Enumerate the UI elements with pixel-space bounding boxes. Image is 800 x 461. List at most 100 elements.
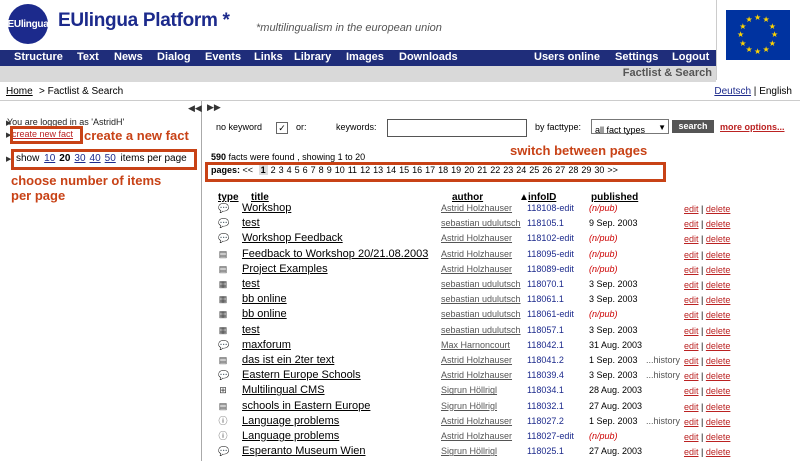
nav-library[interactable]: Library — [294, 51, 331, 63]
row-author-link[interactable]: Astrid Holzhauser — [441, 249, 512, 259]
page-link[interactable]: 11 — [348, 165, 357, 175]
row-title-link[interactable]: Workshop — [242, 202, 291, 214]
row-title-link[interactable]: Eastern Europe Schools — [242, 369, 361, 381]
row-title-link[interactable]: Workshop Feedback — [242, 232, 343, 244]
edit-link[interactable]: edit — [684, 326, 699, 336]
row-title-link[interactable]: Language problems — [242, 430, 339, 442]
delete-link[interactable]: delete — [706, 280, 731, 290]
delete-link[interactable]: delete — [706, 295, 731, 305]
edit-link[interactable]: edit — [684, 417, 699, 427]
collapse-left-icon[interactable]: ◀◀ — [188, 103, 202, 114]
delete-link[interactable]: delete — [706, 402, 731, 412]
delete-link[interactable]: delete — [706, 447, 731, 457]
lang-deutsch-link[interactable]: Deutsch — [714, 86, 751, 97]
row-title-link[interactable]: Esperanto Museum Wien — [242, 445, 366, 457]
nav-links[interactable]: Links — [254, 51, 283, 63]
count-50-link[interactable]: 50 — [105, 153, 116, 164]
page-link[interactable]: 27 — [555, 165, 565, 175]
row-title-link[interactable]: Language problems — [242, 415, 339, 427]
row-author-link[interactable]: Astrid Holzhauser — [441, 264, 512, 274]
page-link[interactable]: 28 — [568, 165, 578, 175]
page-link[interactable]: 22 — [490, 165, 500, 175]
facttype-select[interactable]: all fact types ▼ — [591, 119, 669, 135]
delete-link[interactable]: delete — [706, 250, 731, 260]
keywords-input[interactable] — [387, 119, 527, 137]
row-author-link[interactable]: sebastian udulutsch — [441, 279, 521, 289]
edit-link[interactable]: edit — [684, 356, 699, 366]
no-keyword-checkbox[interactable]: ✓ — [276, 122, 288, 134]
nav-text[interactable]: Text — [77, 51, 99, 63]
nav-logout[interactable]: Logout — [672, 51, 709, 63]
page-link[interactable]: 21 — [477, 165, 487, 175]
row-author-link[interactable]: Astrid Holzhauser — [441, 203, 512, 213]
page-link[interactable]: 17 — [425, 165, 435, 175]
edit-link[interactable]: edit — [684, 386, 699, 396]
row-history-link[interactable]: ...history — [646, 370, 680, 380]
next-page-link[interactable]: >> — [607, 165, 618, 175]
page-link[interactable]: 19 — [451, 165, 461, 175]
count-30-link[interactable]: 30 — [74, 153, 85, 164]
delete-link[interactable]: delete — [706, 326, 731, 336]
count-40-link[interactable]: 40 — [90, 153, 101, 164]
page-link[interactable]: 4 — [287, 165, 292, 175]
edit-link[interactable]: edit — [684, 310, 699, 320]
page-link[interactable]: 24 — [516, 165, 526, 175]
nav-downloads[interactable]: Downloads — [399, 51, 458, 63]
page-link[interactable]: 25 — [529, 165, 539, 175]
delete-link[interactable]: delete — [706, 265, 731, 275]
delete-link[interactable]: delete — [706, 204, 731, 214]
edit-link[interactable]: edit — [684, 234, 699, 244]
row-author-link[interactable]: sebastian udulutsch — [441, 294, 521, 304]
row-title-link[interactable]: das ist ein 2ter text — [242, 354, 334, 366]
more-options-link[interactable]: more options... — [720, 122, 785, 132]
row-title-link[interactable]: test — [242, 278, 260, 290]
row-title-link[interactable]: bb online — [242, 293, 287, 305]
row-title-link[interactable]: Feedback to Workshop 20/21.08.2003 — [242, 248, 428, 260]
edit-link[interactable]: edit — [684, 204, 699, 214]
prev-page-link[interactable]: << — [243, 165, 254, 175]
delete-link[interactable]: delete — [706, 356, 731, 366]
page-link[interactable]: 18 — [438, 165, 448, 175]
row-author-link[interactable]: sebastian udulutsch — [441, 309, 521, 319]
edit-link[interactable]: edit — [684, 371, 699, 381]
page-link[interactable]: 9 — [327, 165, 332, 175]
row-title-link[interactable]: schools in Eastern Europe — [242, 400, 370, 412]
page-link[interactable]: 15 — [399, 165, 409, 175]
delete-link[interactable]: delete — [706, 310, 731, 320]
row-author-link[interactable]: Astrid Holzhauser — [441, 370, 512, 380]
row-author-link[interactable]: sebastian udulutsch — [441, 325, 521, 335]
row-author-link[interactable]: Sigrun Höllrigl — [441, 401, 497, 411]
nav-structure[interactable]: Structure — [14, 51, 63, 63]
nav-dialog[interactable]: Dialog — [157, 51, 191, 63]
page-link[interactable]: 13 — [373, 165, 383, 175]
row-author-link[interactable]: Astrid Holzhauser — [441, 416, 512, 426]
page-link[interactable]: 5 — [295, 165, 300, 175]
edit-link[interactable]: edit — [684, 402, 699, 412]
nav-users-online[interactable]: Users online — [534, 51, 600, 63]
page-link[interactable]: 26 — [542, 165, 552, 175]
delete-link[interactable]: delete — [706, 432, 731, 442]
edit-link[interactable]: edit — [684, 295, 699, 305]
nav-images[interactable]: Images — [346, 51, 384, 63]
page-link[interactable]: 7 — [311, 165, 316, 175]
page-link[interactable]: 2 — [271, 165, 276, 175]
edit-link[interactable]: edit — [684, 219, 699, 229]
page-link[interactable]: 20 — [464, 165, 474, 175]
eulingua-logo[interactable]: EUlingua — [8, 4, 49, 44]
delete-link[interactable]: delete — [706, 386, 731, 396]
row-author-link[interactable]: Sigrun Höllrigl — [441, 446, 497, 456]
breadcrumb-home-link[interactable]: Home — [6, 86, 33, 97]
page-link[interactable]: 8 — [319, 165, 324, 175]
count-10-link[interactable]: 10 — [44, 153, 55, 164]
row-author-link[interactable]: Astrid Holzhauser — [441, 431, 512, 441]
delete-link[interactable]: delete — [706, 371, 731, 381]
edit-link[interactable]: edit — [684, 432, 699, 442]
edit-link[interactable]: edit — [684, 341, 699, 351]
row-title-link[interactable]: maxforum — [242, 339, 291, 351]
row-history-link[interactable]: ...history — [646, 416, 680, 426]
page-link[interactable]: 3 — [279, 165, 284, 175]
search-button[interactable]: search — [672, 120, 714, 133]
row-title-link[interactable]: test — [242, 324, 260, 336]
page-link[interactable]: 30 — [594, 165, 604, 175]
row-title-link[interactable]: Multilingual CMS — [242, 384, 325, 396]
